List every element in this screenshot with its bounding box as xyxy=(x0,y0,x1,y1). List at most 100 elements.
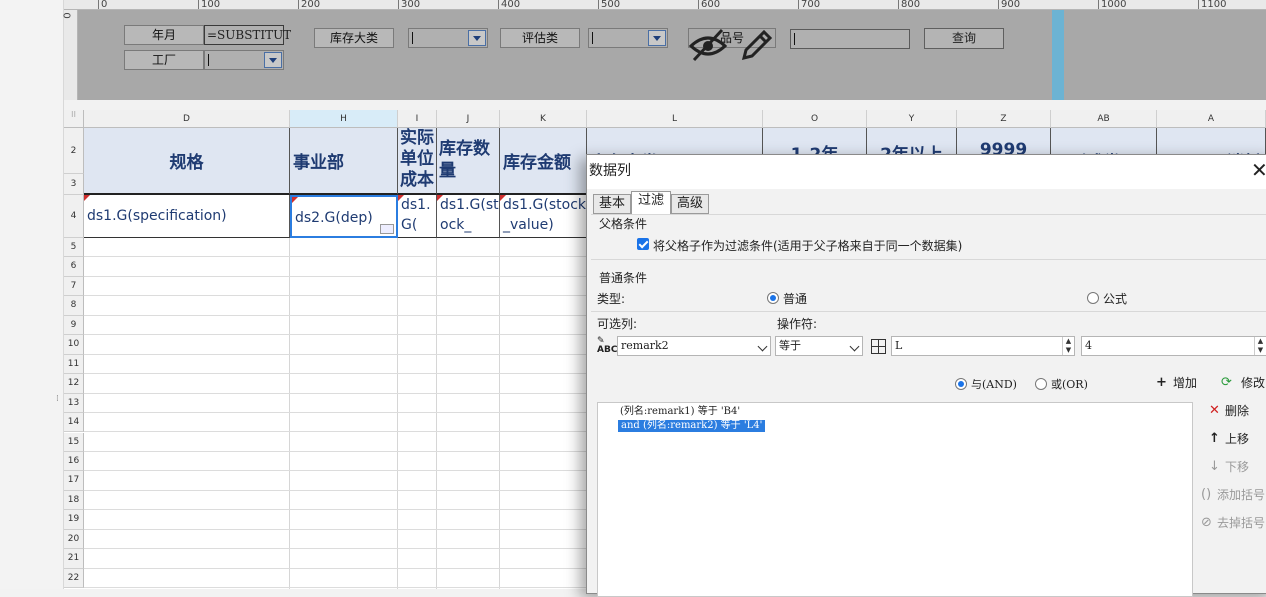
add-paren-button[interactable]: () 添加括号 xyxy=(1195,484,1266,508)
operator-select[interactable]: 等于 xyxy=(775,336,863,356)
value-number-field[interactable]: 4 ▲ ▼ xyxy=(1081,336,1266,356)
query-button[interactable]: 查询 xyxy=(924,28,1004,49)
row-header-3[interactable]: 3 xyxy=(64,174,84,195)
column-header-l[interactable]: L xyxy=(587,110,763,128)
row-header-10[interactable]: 10 xyxy=(64,335,84,355)
row-header-4[interactable]: 4 xyxy=(64,195,84,238)
eval-class-dropdown-icon[interactable] xyxy=(648,30,666,46)
row-header-7[interactable]: 7 xyxy=(64,276,84,297)
header-cell-stock-qty[interactable]: 库存数量 xyxy=(437,128,500,195)
row-header-21[interactable]: 21 xyxy=(64,549,84,569)
row-header-5[interactable]: 5 xyxy=(64,238,84,258)
delete-x-icon: ✕ xyxy=(1209,403,1220,418)
factory-combo[interactable] xyxy=(204,50,284,70)
left-gutter xyxy=(0,0,64,589)
column-header-k[interactable]: K xyxy=(500,110,587,128)
cell-expand-icon[interactable] xyxy=(380,224,394,234)
formula-marker xyxy=(500,195,506,201)
move-up-button[interactable]: ↑ 上移 xyxy=(1195,428,1266,452)
row-header-13[interactable]: 13 xyxy=(64,393,84,414)
row-header-12[interactable]: 12 xyxy=(64,374,84,394)
or-radio[interactable] xyxy=(1035,378,1047,390)
parent-filter-checkbox[interactable] xyxy=(637,238,649,250)
condition-list[interactable]: (列名:remark1) 等于 'B4' and (列名:remark2) 等于… xyxy=(597,402,1193,597)
row-header-9[interactable]: 9 xyxy=(64,315,84,336)
tab-filter[interactable]: 过滤 xyxy=(631,191,671,215)
row-header-15[interactable]: 15 xyxy=(64,432,84,452)
close-icon[interactable]: ✕ xyxy=(1251,160,1266,180)
tab-advanced[interactable]: 高级 xyxy=(671,194,709,214)
eval-class-combo[interactable] xyxy=(588,28,668,48)
column-header-y[interactable]: Y xyxy=(867,110,957,128)
add-button[interactable]: + 增加 xyxy=(1153,372,1205,396)
plus-icon: + xyxy=(1156,375,1167,390)
row-header-14[interactable]: 14 xyxy=(64,413,84,433)
row-header-22[interactable]: 22 xyxy=(64,568,84,589)
column-header-z[interactable]: Z xyxy=(957,110,1051,128)
row-header-2[interactable]: 2 xyxy=(64,128,84,174)
remove-paren-button[interactable]: ⊘ 去掉括号 xyxy=(1195,512,1266,536)
data-cell-stock-qty[interactable]: ds1.G(stock_ xyxy=(437,195,500,238)
column-select[interactable]: remark2 xyxy=(617,336,771,356)
splitter-handle[interactable]: ⁞ xyxy=(56,395,60,410)
row-header-19[interactable]: 19 xyxy=(64,510,84,530)
factory-label: 工厂 xyxy=(124,50,204,70)
row-header-11[interactable]: 11 xyxy=(64,354,84,375)
type-normal-label: 普通 xyxy=(783,292,808,306)
condition-item[interactable]: (列名:remark1) 等于 'B4' xyxy=(620,406,740,418)
hide-eye-icon[interactable] xyxy=(688,26,728,62)
move-down-label: 下移 xyxy=(1225,460,1250,474)
remove-parentheses-icon: ⊘ xyxy=(1201,515,1212,530)
formula-marker xyxy=(84,195,90,201)
column-header-o[interactable]: O xyxy=(763,110,867,128)
value-text-field[interactable]: L ▲ ▼ xyxy=(891,336,1075,356)
row-header-18[interactable]: 18 xyxy=(64,490,84,511)
column-header-d[interactable]: D xyxy=(84,110,290,128)
and-radio[interactable] xyxy=(955,378,967,390)
edit-pencil-icon[interactable] xyxy=(740,28,774,62)
modify-button[interactable]: ⟳ 修改 xyxy=(1217,372,1266,396)
ruler-mark: 300 xyxy=(398,0,420,9)
header-cell-unit-cost[interactable]: 实际单位成本 xyxy=(398,128,437,195)
column-header-ae[interactable]: A xyxy=(1157,110,1266,128)
row-header-16[interactable]: 16 xyxy=(64,451,84,472)
row-header-8[interactable]: 8 xyxy=(64,296,84,316)
column-header-ab[interactable]: AB xyxy=(1051,110,1157,128)
inventory-class-combo[interactable] xyxy=(408,28,488,48)
type-formula-radio[interactable] xyxy=(1087,292,1099,304)
dialog-title: 数据列 xyxy=(587,155,1266,189)
row-header-20[interactable]: 20 xyxy=(64,529,84,550)
formula-marker xyxy=(437,195,443,201)
header-cell-dept[interactable]: 事业部 xyxy=(290,128,398,195)
type-normal-radio[interactable] xyxy=(767,292,779,304)
text-type-icon[interactable]: ✎ ABC xyxy=(597,337,617,355)
tab-basic[interactable]: 基本 xyxy=(593,194,631,214)
product-input[interactable] xyxy=(790,29,910,49)
data-cell-dept[interactable]: ds2.G(dep) xyxy=(290,195,398,238)
delete-button[interactable]: ✕ 删除 xyxy=(1195,400,1266,424)
data-cell-stock-amount[interactable]: ds1.G(stock_value) xyxy=(500,195,587,238)
select-all-corner[interactable]: ⁝⁝ xyxy=(64,110,84,128)
header-cell-spec[interactable]: 规格 xyxy=(84,128,290,195)
column-header-j[interactable]: J xyxy=(437,110,500,128)
factory-dropdown-icon[interactable] xyxy=(264,52,282,68)
data-cell-spec[interactable]: ds1.G(specification) xyxy=(84,195,290,238)
column-header-i[interactable]: I xyxy=(398,110,437,128)
row-header-17[interactable]: 17 xyxy=(64,471,84,491)
move-down-button[interactable]: ↓ 下移 xyxy=(1195,456,1266,480)
cell-picker-icon[interactable] xyxy=(871,339,886,354)
inventory-class-dropdown-icon[interactable] xyxy=(468,30,486,46)
delete-button-label: 删除 xyxy=(1225,404,1250,418)
row-header-6[interactable]: 6 xyxy=(64,257,84,277)
spinner-icon[interactable]: ▲ ▼ xyxy=(1062,337,1074,355)
column-header-h[interactable]: H xyxy=(290,110,398,128)
data-cell-unit-cost[interactable]: ds1.G( xyxy=(398,195,437,238)
formula-marker xyxy=(292,197,298,203)
condition-item-selected[interactable]: and (列名:remark2) 等于 'L4' xyxy=(618,420,766,432)
ruler-mark: 1100 xyxy=(1198,0,1226,9)
header-cell-stock-amount[interactable]: 库存金额 xyxy=(500,128,587,195)
add-button-label: 增加 xyxy=(1173,376,1198,390)
year-month-field[interactable]: =SUBSTITUT xyxy=(204,25,291,45)
operator-label: 操作符: xyxy=(777,317,818,331)
spinner-icon[interactable]: ▲ ▼ xyxy=(1254,337,1266,355)
